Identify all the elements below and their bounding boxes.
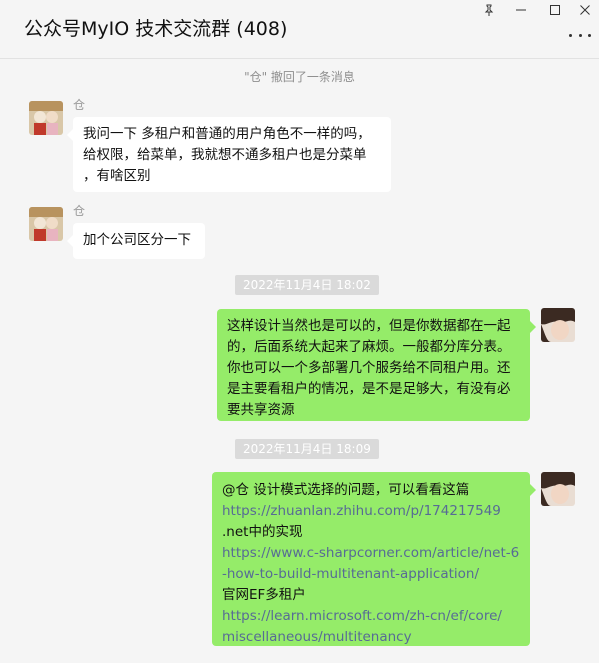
- chat-title-bar: 公众号MyIO 技术交流群 (408): [0, 0, 599, 59]
- message-bubble[interactable]: 加个公司区分一下: [67, 223, 205, 259]
- pin-button[interactable]: [472, 0, 506, 20]
- avatar-image-icon: [29, 207, 63, 241]
- sender-avatar[interactable]: [29, 101, 63, 135]
- message-timestamp: 2022年11月4日 18:02: [235, 275, 379, 295]
- message-text-line: ，有啥区别: [83, 168, 151, 184]
- message-text-line: 是主要看租户的情况，是不是足够大，有没有必: [227, 381, 511, 397]
- close-button[interactable]: [568, 0, 599, 20]
- more-dot-icon: [569, 33, 572, 37]
- message-link[interactable]: https://www.c-sharpcorner.com/article/ne…: [222, 543, 520, 564]
- message-text-line: .net中的实现: [222, 524, 303, 540]
- message-link[interactable]: https://learn.microsoft.com/zh-cn/ef/cor…: [222, 606, 520, 627]
- message-text-line: 的，后面系统大起来了麻烦。一般都分库分表。: [227, 339, 511, 355]
- bubble-tail: [530, 321, 536, 333]
- message-bubble[interactable]: 我问一下 多租户和普通的用户角色不一样的吗， 给权限，给菜单，我就想不通多租户也…: [67, 117, 391, 192]
- self-avatar[interactable]: [541, 472, 575, 506]
- minimize-icon: [516, 9, 526, 11]
- chat-title: 公众号MyIO 技术交流群 (408): [24, 18, 288, 40]
- message-bubble[interactable]: 这样设计当然也是可以的，但是你数据都在一起 的，后面系统大起来了麻烦。一般都分库…: [217, 309, 536, 421]
- message-link[interactable]: https://zhuanlan.zhihu.com/p/174217549: [222, 501, 520, 522]
- close-icon: [580, 5, 590, 15]
- message-text-line: 这样设计当然也是可以的，但是你数据都在一起: [227, 318, 511, 334]
- avatar-image-icon: [29, 101, 63, 135]
- more-dot-icon: [588, 33, 591, 37]
- sender-avatar[interactable]: [29, 207, 63, 241]
- recall-notice: "仓" 撤回了一条消息: [244, 70, 355, 84]
- self-avatar[interactable]: [541, 308, 575, 342]
- maximize-icon: [550, 5, 560, 15]
- message-text-line: 加个公司区分一下: [83, 232, 191, 248]
- chat-message-area[interactable]: "仓" 撤回了一条消息 仓 我问一下 多租户和普通的用户角色不一样的吗， 给权限…: [0, 59, 599, 663]
- message-bubble[interactable]: @仓 设计模式选择的问题，可以看看这篇 https://zhuanlan.zhi…: [212, 472, 536, 648]
- message-text-line: 我问一下 多租户和普通的用户角色不一样的吗，: [83, 126, 371, 142]
- message-text-line: 要共享资源: [227, 402, 295, 418]
- minimize-button[interactable]: [504, 0, 538, 20]
- sender-name: 仓: [73, 204, 86, 218]
- avatar-image-icon: [541, 308, 575, 342]
- message-timestamp: 2022年11月4日 18:09: [235, 439, 379, 459]
- maximize-button[interactable]: [538, 0, 572, 20]
- sender-name: 仓: [73, 98, 86, 112]
- more-dot-icon: [578, 33, 582, 37]
- more-options-button[interactable]: [569, 28, 591, 42]
- avatar-image-icon: [541, 472, 575, 506]
- bubble-tail: [530, 484, 536, 496]
- message-text-line: 给权限，给菜单，我就想不通多租户也是分菜单: [83, 147, 367, 163]
- message-link[interactable]: -how-to-build-multitenant-application/: [222, 564, 520, 585]
- message-text-line: 你也可以一个多部署几个服务给不同租户用。还: [227, 360, 511, 376]
- message-text-line: @仓 设计模式选择的问题，可以看看这篇: [222, 482, 470, 498]
- message-text-line: 官网EF多租户: [222, 587, 306, 603]
- bubble-tail: [67, 235, 73, 247]
- message-link[interactable]: miscellaneous/multitenancy: [222, 627, 520, 648]
- bubble-tail: [67, 129, 73, 141]
- pin-icon: [484, 4, 494, 16]
